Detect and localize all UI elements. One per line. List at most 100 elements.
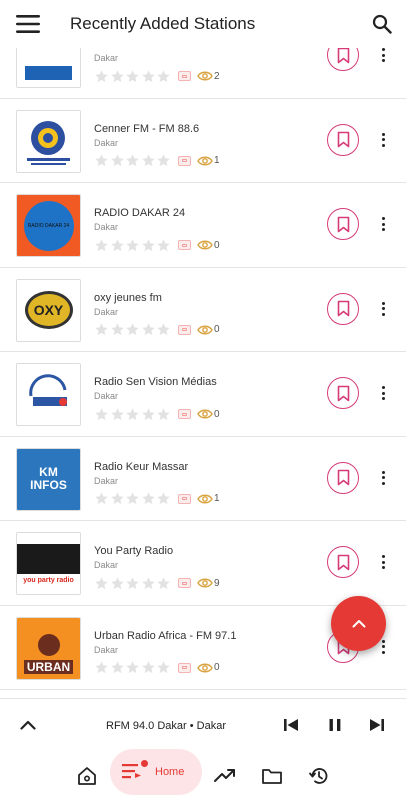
- eye-icon: [197, 324, 213, 336]
- station-meta: 0: [94, 660, 220, 676]
- star-icon[interactable]: [156, 69, 171, 84]
- more-vert-icon[interactable]: [376, 467, 390, 489]
- station-meta: 9: [94, 575, 220, 591]
- star-icon[interactable]: [110, 576, 125, 591]
- star-icon[interactable]: [125, 238, 140, 253]
- history-icon[interactable]: [306, 763, 332, 789]
- rating-stars[interactable]: [94, 491, 172, 506]
- station-row[interactable]: OXY oxy jeunes fm Dakar 0: [0, 268, 406, 352]
- star-icon[interactable]: [110, 69, 125, 84]
- star-icon[interactable]: [94, 238, 109, 253]
- bookmark-icon[interactable]: [327, 377, 359, 409]
- star-icon[interactable]: [110, 407, 125, 422]
- menu-icon[interactable]: [0, 0, 56, 48]
- more-vert-icon[interactable]: [376, 298, 390, 320]
- chevron-up-icon[interactable]: [16, 713, 40, 737]
- nav-home-tab[interactable]: Home: [110, 749, 202, 795]
- star-icon[interactable]: [125, 576, 140, 591]
- bookmark-icon[interactable]: [327, 546, 359, 578]
- pause-icon[interactable]: [326, 716, 344, 734]
- eye-icon: [197, 408, 213, 420]
- rating-stars[interactable]: [94, 238, 172, 253]
- bookmark-icon[interactable]: [327, 48, 359, 71]
- star-icon[interactable]: [125, 153, 140, 168]
- star-icon[interactable]: [156, 576, 171, 591]
- star-icon[interactable]: [141, 238, 156, 253]
- star-icon[interactable]: [156, 322, 171, 337]
- rating-stars[interactable]: [94, 576, 172, 591]
- station-location: Dakar: [94, 306, 119, 317]
- rating-stars[interactable]: [94, 153, 172, 168]
- home-icon[interactable]: [74, 763, 100, 789]
- star-icon[interactable]: [110, 153, 125, 168]
- rating-stars[interactable]: [94, 69, 172, 84]
- star-icon[interactable]: [94, 576, 109, 591]
- listener-count: 1: [213, 493, 220, 504]
- rating-stars[interactable]: [94, 322, 172, 337]
- station-logo: [16, 363, 81, 426]
- star-icon[interactable]: [94, 153, 109, 168]
- star-icon[interactable]: [156, 660, 171, 675]
- star-icon[interactable]: [94, 69, 109, 84]
- station-row[interactable]: KM INFOS Radio Keur Massar Dakar 1: [0, 437, 406, 521]
- record-icon: [177, 493, 191, 504]
- star-icon[interactable]: [156, 238, 171, 253]
- star-icon[interactable]: [94, 660, 109, 675]
- station-logo: KM INFOS: [16, 447, 81, 511]
- record-icon: [177, 324, 191, 335]
- now-playing-text[interactable]: RFM 94.0 Dakar • Dakar: [106, 720, 226, 732]
- star-icon[interactable]: [141, 576, 156, 591]
- star-icon[interactable]: [141, 153, 156, 168]
- star-icon[interactable]: [94, 491, 109, 506]
- star-icon[interactable]: [141, 407, 156, 422]
- star-icon[interactable]: [110, 491, 125, 506]
- more-vert-icon[interactable]: [376, 551, 390, 573]
- station-row[interactable]: you party radio You Party Radio Dakar 9: [0, 521, 406, 606]
- star-icon[interactable]: [94, 407, 109, 422]
- record-icon: [177, 409, 191, 419]
- app-bar: Recently Added Stations: [0, 0, 406, 48]
- bookmark-icon[interactable]: [327, 123, 359, 156]
- star-icon[interactable]: [156, 407, 171, 422]
- bookmark-icon[interactable]: [327, 208, 359, 240]
- star-icon[interactable]: [110, 238, 125, 253]
- bookmark-icon[interactable]: [327, 292, 359, 325]
- station-name: oxy jeunes fm: [94, 291, 162, 304]
- skip-previous-icon[interactable]: [282, 716, 300, 734]
- star-icon[interactable]: [141, 660, 156, 675]
- star-icon[interactable]: [156, 491, 171, 506]
- scroll-top-button[interactable]: [331, 596, 386, 651]
- station-name: Urban Radio Africa - FM 97.1: [94, 629, 237, 642]
- star-icon[interactable]: [156, 153, 171, 168]
- more-vert-icon[interactable]: [376, 48, 390, 66]
- star-icon[interactable]: [141, 491, 156, 506]
- star-icon[interactable]: [125, 322, 140, 337]
- mini-player[interactable]: RFM 94.0 Dakar • Dakar: [0, 698, 406, 754]
- more-vert-icon[interactable]: [376, 382, 390, 404]
- folder-icon[interactable]: [259, 763, 285, 789]
- search-icon[interactable]: [358, 0, 406, 48]
- skip-next-icon[interactable]: [368, 716, 386, 734]
- trending-icon[interactable]: [212, 763, 238, 789]
- star-icon[interactable]: [110, 660, 125, 675]
- star-icon[interactable]: [110, 322, 125, 337]
- star-icon[interactable]: [141, 322, 156, 337]
- record-icon: [177, 71, 191, 81]
- station-row[interactable]: RADIO DAKAR 24 RADIO DAKAR 24 Dakar 0: [0, 183, 406, 268]
- station-row[interactable]: Dakar 2: [0, 48, 406, 99]
- station-logo: you party radio: [16, 532, 81, 595]
- star-icon[interactable]: [125, 660, 140, 675]
- station-location: Dakar: [94, 53, 119, 63]
- rating-stars[interactable]: [94, 660, 172, 675]
- rating-stars[interactable]: [94, 407, 172, 422]
- star-icon[interactable]: [125, 491, 140, 506]
- star-icon[interactable]: [125, 69, 140, 84]
- station-row[interactable]: Radio Sen Vision Médias Dakar 0: [0, 352, 406, 437]
- star-icon[interactable]: [141, 69, 156, 84]
- star-icon[interactable]: [125, 407, 140, 422]
- station-row[interactable]: Cenner FM - FM 88.6 Dakar 1: [0, 99, 406, 183]
- more-vert-icon[interactable]: [376, 213, 390, 235]
- bookmark-icon[interactable]: [327, 461, 359, 494]
- more-vert-icon[interactable]: [376, 129, 390, 151]
- star-icon[interactable]: [94, 322, 109, 337]
